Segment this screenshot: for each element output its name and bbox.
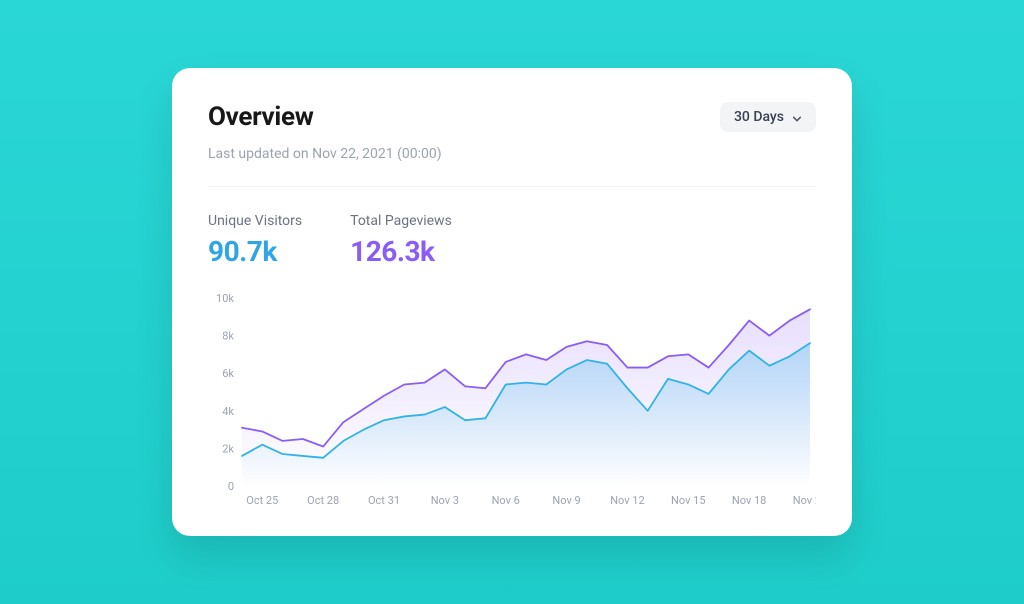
svg-text:10k: 10k [216, 292, 234, 305]
svg-text:4k: 4k [222, 405, 234, 418]
svg-text:Oct 31: Oct 31 [368, 494, 400, 507]
card-header: Overview 30 Days [208, 102, 816, 132]
svg-text:Nov 12: Nov 12 [610, 494, 644, 507]
svg-text:0: 0 [228, 480, 234, 493]
page-title: Overview [208, 102, 314, 132]
stat-unique-visitors: Unique Visitors 90.7k [208, 213, 302, 268]
stat-label: Unique Visitors [208, 213, 302, 229]
svg-text:Nov 3: Nov 3 [431, 494, 459, 507]
last-updated-text: Last updated on Nov 22, 2021 (00:00) [208, 146, 816, 162]
date-range-selector[interactable]: 30 Days [720, 102, 816, 132]
svg-text:Nov 9: Nov 9 [552, 494, 580, 507]
stat-value: 90.7k [208, 235, 302, 268]
svg-text:Oct 25: Oct 25 [246, 494, 278, 507]
stat-value: 126.3k [350, 235, 452, 268]
stats-row: Unique Visitors 90.7k Total Pageviews 12… [208, 213, 816, 268]
stat-total-pageviews: Total Pageviews 126.3k [350, 213, 452, 268]
date-range-label: 30 Days [734, 109, 784, 125]
svg-text:8k: 8k [222, 330, 234, 343]
svg-text:Nov 6: Nov 6 [492, 494, 520, 507]
svg-text:Nov 21: Nov 21 [793, 494, 816, 507]
svg-text:2k: 2k [222, 442, 234, 455]
svg-text:Oct 28: Oct 28 [307, 494, 339, 507]
overview-card: Overview 30 Days Last updated on Nov 22,… [172, 68, 852, 536]
svg-text:6k: 6k [222, 367, 234, 380]
analytics-chart: 0 2k 4k 6k 8k 10k Oct 25 Oct 28 Oct 31 Nov 3 Nov 6… [208, 292, 816, 512]
chevron-down-icon [792, 112, 802, 122]
svg-text:Nov 18: Nov 18 [732, 494, 766, 507]
divider [208, 186, 816, 187]
stat-label: Total Pageviews [350, 213, 452, 229]
chart-svg: 0 2k 4k 6k 8k 10k Oct 25 Oct 28 Oct 31 Nov 3 Nov 6… [208, 292, 816, 512]
svg-text:Nov 15: Nov 15 [671, 494, 705, 507]
